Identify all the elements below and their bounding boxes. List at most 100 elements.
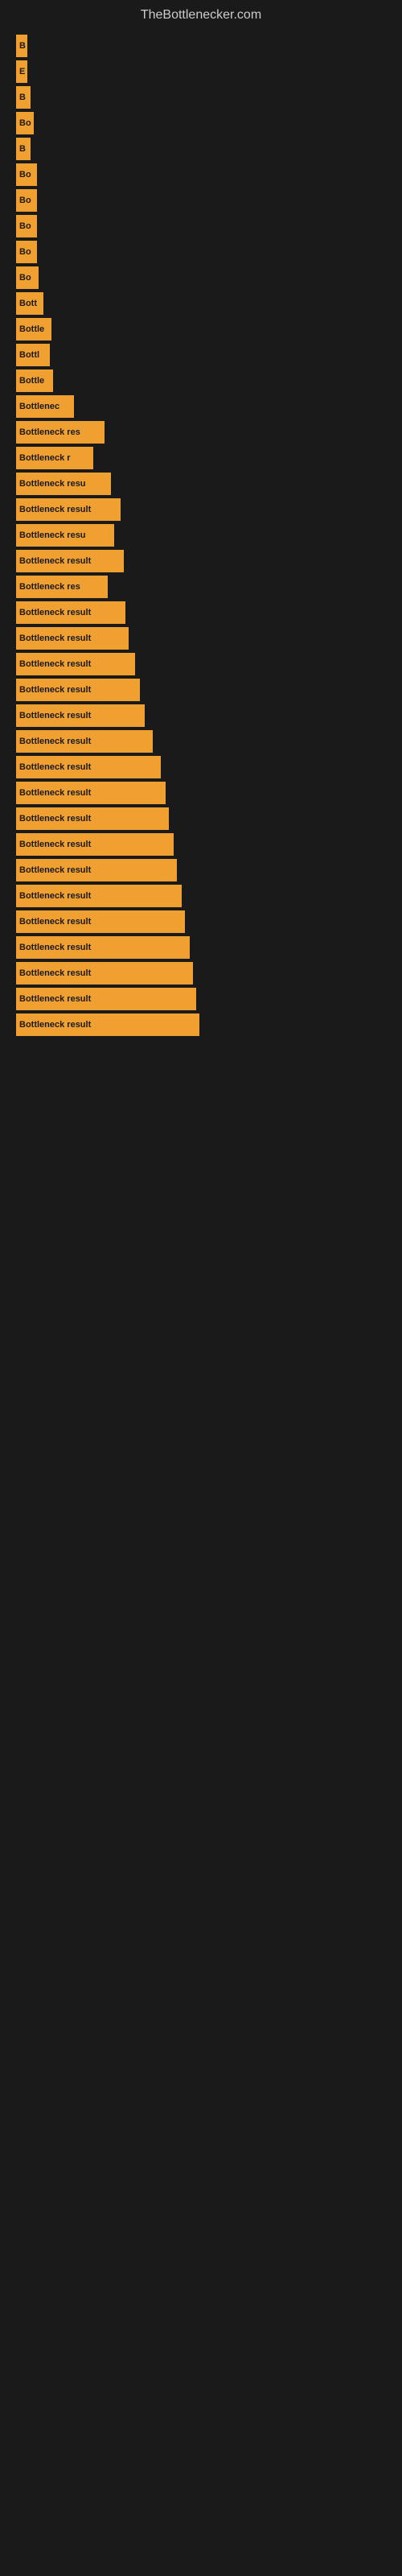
bar: Bottleneck res: [16, 421, 105, 444]
bar-row: Bottleneck result: [16, 550, 386, 572]
bar-label: E: [19, 67, 25, 76]
bar-label: B: [19, 144, 26, 154]
bar: Bottleneck result: [16, 653, 135, 675]
bar: Bottleneck result: [16, 782, 166, 804]
bar: Bottleneck result: [16, 730, 153, 753]
bar-label: B: [19, 41, 26, 51]
bar: Bottleneck result: [16, 859, 177, 881]
bar-row: Bo: [16, 112, 386, 134]
bar-label: Bo: [19, 247, 31, 257]
bar-label: Bott: [19, 299, 37, 308]
bar-row: Bottleneck result: [16, 653, 386, 675]
bar-row: Bottleneck res: [16, 576, 386, 598]
bar-row: Bottleneck r: [16, 447, 386, 469]
bar-label: Bottleneck result: [19, 505, 91, 514]
bar-row: Bottleneck result: [16, 782, 386, 804]
bar-label: Bottleneck res: [19, 427, 80, 437]
bar-label: Bo: [19, 273, 31, 283]
bars-container: B E B Bo B Bo Bo Bo Bo Bo Bott Bottle Bottl Bottle Bot…: [0, 27, 402, 1047]
bar-label: Bottleneck resu: [19, 479, 86, 489]
bar: Bottleneck result: [16, 885, 182, 907]
bar-label: Bottleneck res: [19, 582, 80, 592]
bar-label: Bottle: [19, 324, 44, 334]
bar-label: Bottleneck result: [19, 788, 91, 798]
bar-label: Bottleneck result: [19, 737, 91, 746]
bar-row: Bottleneck result: [16, 498, 386, 521]
bar: Bottl: [16, 344, 50, 366]
bar-label: Bottleneck result: [19, 968, 91, 978]
bar-row: Bottleneck result: [16, 807, 386, 830]
bar-row: Bottleneck result: [16, 679, 386, 701]
bar-row: Bottleneck resu: [16, 524, 386, 547]
bar: Bottleneck r: [16, 447, 93, 469]
bar: Bottleneck result: [16, 627, 129, 650]
bar-row: B: [16, 35, 386, 57]
header: TheBottlenecker.com: [0, 0, 402, 27]
bar-label: Bottleneck result: [19, 840, 91, 849]
bar-row: Bottleneck result: [16, 601, 386, 624]
bar-label: Bottleneck result: [19, 865, 91, 875]
bar: Bottle: [16, 369, 53, 392]
bar: Bo: [16, 241, 37, 263]
bar-row: Bottlenec: [16, 395, 386, 418]
bar: Bottleneck resu: [16, 524, 114, 547]
bar-label: Bottleneck result: [19, 711, 91, 720]
bar: Bo: [16, 266, 39, 289]
bar-row: Bottleneck resu: [16, 473, 386, 495]
bar-row: Bottleneck res: [16, 421, 386, 444]
bar-row: Bottle: [16, 318, 386, 341]
bar-label: Bottleneck result: [19, 685, 91, 695]
bar: Bottleneck result: [16, 756, 161, 778]
bar-label: Bottleneck result: [19, 994, 91, 1004]
bar: Bottleneck result: [16, 833, 174, 856]
bar: Bo: [16, 112, 34, 134]
bar-row: Bottleneck result: [16, 627, 386, 650]
bar-label: B: [19, 93, 26, 102]
bar-row: Bottleneck result: [16, 988, 386, 1010]
bar-label: Bottleneck r: [19, 453, 71, 463]
bar-row: Bottleneck result: [16, 910, 386, 933]
bar: Bottleneck result: [16, 679, 140, 701]
bar-row: Bottleneck result: [16, 756, 386, 778]
bar: Bottleneck result: [16, 1013, 199, 1036]
bar: Bott: [16, 292, 43, 315]
bar: Bo: [16, 215, 37, 237]
bar-label: Bottlenec: [19, 402, 59, 411]
bar: Bottleneck result: [16, 550, 124, 572]
bar: Bottleneck result: [16, 936, 190, 959]
bar: Bottleneck result: [16, 988, 196, 1010]
bar-label: Bottle: [19, 376, 44, 386]
bar-label: Bottleneck result: [19, 608, 91, 617]
bar-row: Bottleneck result: [16, 833, 386, 856]
bar: Bottleneck resu: [16, 473, 111, 495]
bar: B: [16, 86, 31, 109]
bar-row: Bo: [16, 189, 386, 212]
bar-row: Bo: [16, 266, 386, 289]
bar-label: Bottleneck result: [19, 634, 91, 643]
bar-row: Bo: [16, 241, 386, 263]
bar: Bottlenec: [16, 395, 74, 418]
bar-row: Bottl: [16, 344, 386, 366]
bar-row: Bottleneck result: [16, 704, 386, 727]
bar-row: E: [16, 60, 386, 83]
site-title: TheBottlenecker.com: [0, 0, 402, 27]
bar-label: Bottleneck result: [19, 917, 91, 927]
bar-row: Bottle: [16, 369, 386, 392]
bar-label: Bottleneck result: [19, 556, 91, 566]
bar: Bo: [16, 163, 37, 186]
bar-label: Bottleneck result: [19, 659, 91, 669]
bar: E: [16, 60, 27, 83]
bar-row: Bottleneck result: [16, 1013, 386, 1036]
bar: Bottleneck res: [16, 576, 108, 598]
bar-label: Bottleneck result: [19, 762, 91, 772]
bar-label: Bottleneck result: [19, 943, 91, 952]
bar: Bottle: [16, 318, 51, 341]
bar-label: Bottleneck result: [19, 814, 91, 824]
bar: Bo: [16, 189, 37, 212]
bar: Bottleneck result: [16, 601, 125, 624]
bar: B: [16, 35, 27, 57]
bar-row: Bottleneck result: [16, 962, 386, 985]
bar: Bottleneck result: [16, 962, 193, 985]
bar-label: Bo: [19, 118, 31, 128]
bar-row: Bottleneck result: [16, 859, 386, 881]
